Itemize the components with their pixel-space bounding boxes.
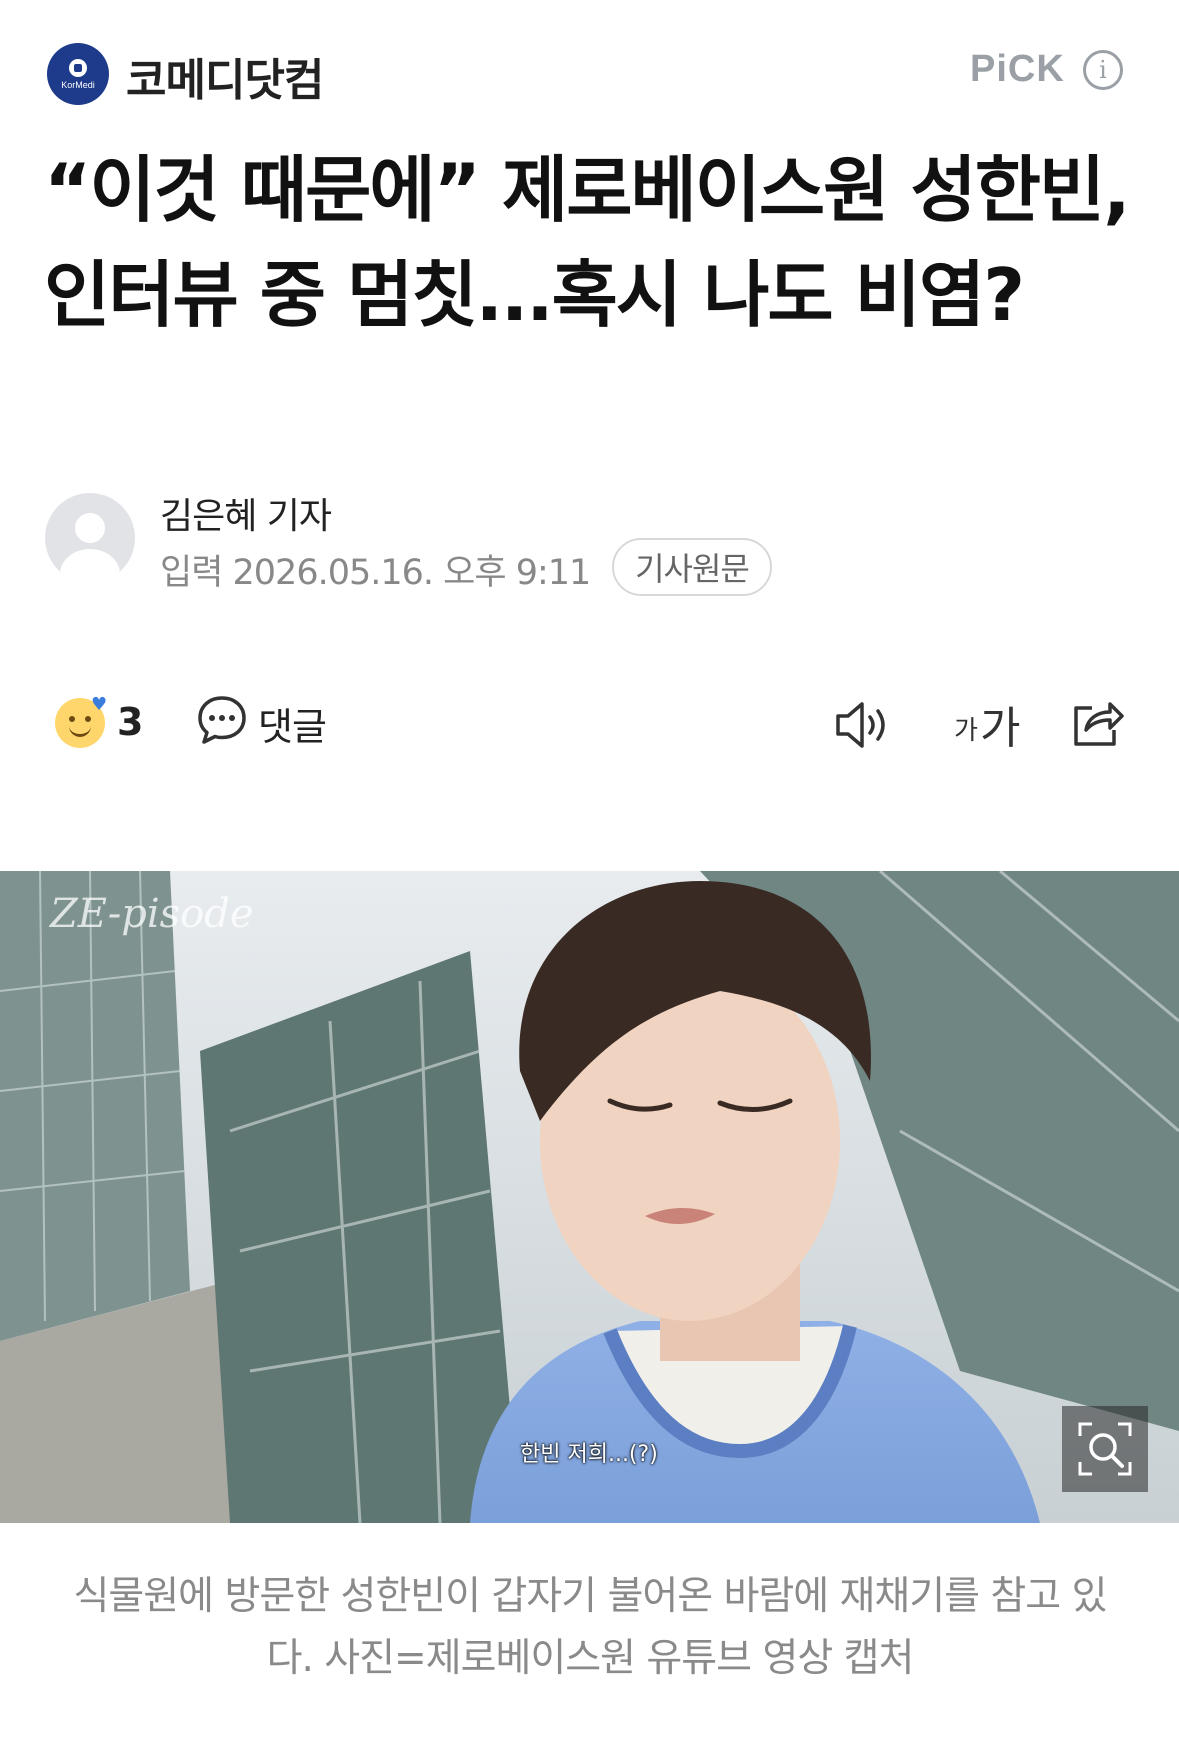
article-title: “이것 때문에” 제로베이스원 성한빈, 인터뷰 중 멈칫...혹시 나도 비염… (44, 148, 1131, 337)
original-article-button[interactable]: 기사원문 (612, 538, 772, 596)
comment-button-label[interactable]: 댓글 (258, 696, 327, 751)
font-size-small-label: 가 (954, 716, 978, 746)
reporter-name[interactable]: 김은혜 기자 (160, 487, 332, 539)
logo-mark-icon (69, 58, 87, 77)
article-page: KorMedi 코메디닷컴 PiCK i “이것 때문에” 제로베이스원 성한빈… (0, 0, 1179, 1742)
font-size-big-label: 가 (980, 703, 1021, 754)
info-icon[interactable]: i (1083, 50, 1123, 90)
article-photo[interactable]: ZE-pisode 한빈 저희...(?) (0, 871, 1179, 1523)
smile-emoji-icon[interactable]: ♥ (55, 694, 107, 748)
comment-icon[interactable] (196, 694, 248, 746)
publish-timestamp: 입력 2026.05.16. 오후 9:11 (160, 553, 591, 593)
share-icon[interactable] (1070, 696, 1126, 748)
zoom-button[interactable] (1062, 1406, 1148, 1492)
publisher-logo[interactable]: KorMedi (47, 43, 109, 105)
reporter-avatar[interactable] (45, 493, 135, 583)
photo-caption: 식물원에 방문한 성한빈이 갑자기 불어온 바람에 재채기를 참고 있다. 사진… (73, 1574, 1108, 1681)
reaction-count[interactable]: 3 (117, 700, 143, 744)
zoom-search-icon (1078, 1422, 1132, 1476)
publisher-name[interactable]: 코메디닷컴 (126, 44, 324, 108)
video-watermark: ZE-pisode (50, 891, 254, 937)
logo-text: KorMedi (61, 79, 95, 90)
video-subtitle: 한빈 저희...(?) (520, 1442, 658, 1467)
font-size-button[interactable]: 가 가 (950, 692, 1030, 754)
photo-illustration (0, 871, 1179, 1523)
speaker-icon[interactable] (834, 700, 894, 750)
pick-label: PiCK (970, 48, 1065, 90)
